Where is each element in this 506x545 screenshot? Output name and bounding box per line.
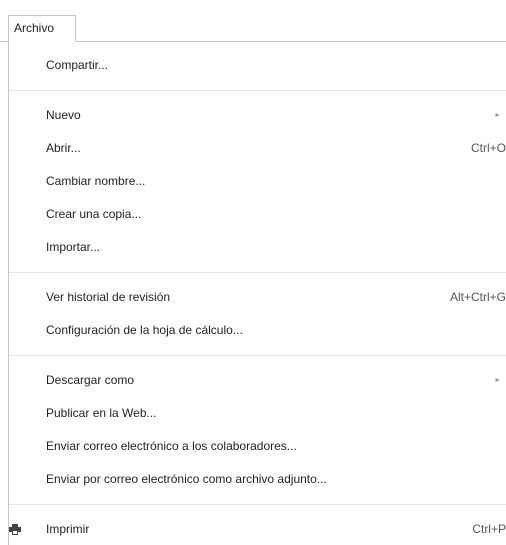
menu-item-label: Compartir...: [46, 58, 109, 72]
menu-item-label: Imprimir: [46, 522, 90, 536]
menu-item-make-copy[interactable]: Crear una copia...: [9, 198, 506, 231]
menu-item-shortcut: Ctrl+P: [472, 522, 506, 536]
menu-item-label: Abrir...: [46, 141, 81, 155]
menu-item-label: Nuevo: [46, 108, 81, 122]
menu-item-import[interactable]: Importar...: [9, 231, 506, 264]
menu-item-new[interactable]: Nuevo ►: [9, 99, 506, 132]
menu-separator: [9, 504, 506, 505]
file-menu-dropdown: Compartir... Nuevo ► Abrir... Ctrl+O Cam…: [9, 49, 506, 545]
menu-item-share[interactable]: Compartir...: [9, 49, 506, 82]
menu-item-label: Enviar correo electrónico a los colabora…: [46, 439, 297, 453]
menu-item-label: Descargar como: [46, 373, 135, 387]
menu-separator: [9, 355, 506, 356]
menu-item-open[interactable]: Abrir... Ctrl+O: [9, 132, 506, 165]
menu-separator: [9, 90, 506, 91]
menu-item-label: Cambiar nombre...: [46, 174, 146, 188]
menu-item-email-attachment[interactable]: Enviar por correo electrónico como archi…: [9, 463, 506, 496]
submenu-arrow-icon: ►: [494, 112, 501, 119]
file-menu-tab[interactable]: Archivo: [8, 15, 76, 42]
menu-item-label: Enviar por correo electrónico como archi…: [46, 472, 327, 486]
menu-separator: [9, 272, 506, 273]
menu-item-revision-history[interactable]: Ver historial de revisión Alt+Ctrl+G: [9, 281, 506, 314]
menu-item-print[interactable]: Imprimir Ctrl+P: [9, 513, 506, 545]
printer-icon: [9, 524, 21, 535]
menu-item-spreadsheet-settings[interactable]: Configuración de la hoja de cálculo...: [9, 314, 506, 347]
menu-item-email-collaborators[interactable]: Enviar correo electrónico a los colabora…: [9, 430, 506, 463]
menu-item-shortcut: Alt+Ctrl+G: [449, 290, 506, 304]
menu-item-label: Importar...: [46, 240, 101, 254]
menu-item-shortcut: Ctrl+O: [470, 141, 506, 155]
menu-item-download-as[interactable]: Descargar como ►: [9, 364, 506, 397]
menu-item-label: Configuración de la hoja de cálculo...: [46, 323, 243, 337]
menu-item-label: Crear una copia...: [46, 207, 142, 221]
menu-item-label: Ver historial de revisión: [46, 290, 171, 304]
menu-item-label: Publicar en la Web...: [46, 406, 157, 420]
file-menu-screen: Archivo Compartir... Nuevo ► Abrir... Ct…: [0, 0, 506, 545]
menu-item-publish-web[interactable]: Publicar en la Web...: [9, 397, 506, 430]
menu-item-rename[interactable]: Cambiar nombre...: [9, 165, 506, 198]
submenu-arrow-icon: ►: [494, 377, 501, 384]
